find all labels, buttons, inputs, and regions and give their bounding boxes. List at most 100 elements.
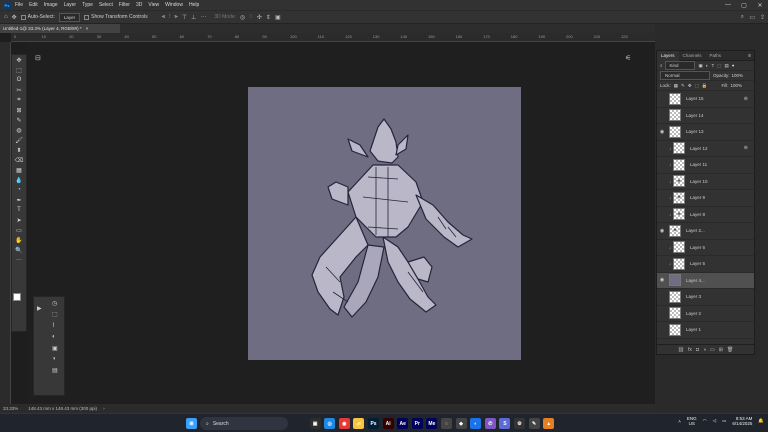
tool-4-icon[interactable]: ⌗	[12, 95, 26, 105]
foreground-color[interactable]	[13, 293, 21, 301]
more-options-icon[interactable]: ···	[200, 14, 206, 20]
layer-row[interactable]: ↓ ✦ Layer 8	[657, 207, 754, 223]
tool-5-icon[interactable]: ⊠	[12, 105, 26, 115]
align-middle-icon[interactable]: ⊥	[191, 14, 196, 21]
auto-select-checkbox[interactable]: Auto-Select:	[20, 14, 55, 20]
notification-icon[interactable]: 🔔	[758, 418, 764, 424]
layer-row[interactable]: Layer 1	[657, 322, 754, 339]
layer-footer-1-icon[interactable]: fx	[688, 347, 692, 353]
move-tool-icon[interactable]: ✥	[12, 14, 17, 21]
home-icon[interactable]: ⌂	[4, 14, 8, 20]
taskbar-app-8-icon[interactable]: Pr	[411, 418, 423, 429]
menu-item-image[interactable]: Image	[44, 2, 58, 8]
search-icon[interactable]: ⌕	[741, 14, 744, 21]
taskbar-app-1-icon[interactable]: ▣	[309, 418, 321, 429]
filter-adjust-icon[interactable]: ◐	[706, 63, 709, 68]
tool-14-icon[interactable]: ✒	[12, 195, 26, 205]
layer-row[interactable]: ↓ Layer 6	[657, 240, 754, 256]
layer-effect-icon[interactable]: ⊛	[744, 145, 748, 151]
visibility-eye-icon[interactable]: ◉	[657, 228, 667, 234]
taskbar-app-12-icon[interactable]: ◐	[470, 418, 482, 429]
layer-row[interactable]: Layer 15 ⊛	[657, 91, 754, 108]
tool-16-icon[interactable]: ➤	[12, 215, 26, 225]
layer-footer-4-icon[interactable]: ▭	[710, 347, 715, 353]
tool-13-icon[interactable]: ◔	[12, 185, 26, 195]
taskbar-app-7-icon[interactable]: Ae	[397, 418, 409, 429]
taskbar-app-9-icon[interactable]: Me	[426, 418, 438, 429]
menu-item-help[interactable]: Help	[189, 2, 199, 8]
float-tool-3-icon[interactable]: ⌇	[52, 322, 55, 329]
taskbar-app-11-icon[interactable]: ◆	[455, 418, 467, 429]
lock-all-icon[interactable]: 🔒	[702, 83, 708, 89]
wifi-icon[interactable]: ◠	[703, 418, 707, 424]
tool-9-icon[interactable]: ⬍	[12, 145, 26, 155]
menu-item-select[interactable]: Select	[99, 2, 113, 8]
float-tool-5-icon[interactable]: ▣	[52, 345, 58, 352]
panel-toggle-icon[interactable]: ⊟	[35, 54, 41, 62]
layer-footer-5-icon[interactable]: ⊞	[719, 347, 723, 353]
tool-11-icon[interactable]: ▦	[12, 165, 26, 175]
tool-7-icon[interactable]: ◍	[12, 125, 26, 135]
tool-18-icon[interactable]: ✋	[12, 235, 26, 245]
menu-item-edit[interactable]: Edit	[29, 2, 38, 8]
language-indicator[interactable]: ENG US	[687, 416, 697, 426]
lock-paint-icon[interactable]: ✎	[681, 83, 685, 89]
align-top-icon[interactable]: ⊤	[182, 14, 187, 21]
layer-effect-icon[interactable]: ⊛	[744, 96, 748, 102]
zoom-level[interactable]: 33.33%	[3, 406, 18, 411]
layer-footer-0-icon[interactable]: ⛓	[678, 347, 684, 353]
lock-move-icon[interactable]: ✥	[688, 83, 692, 89]
layer-footer-2-icon[interactable]: ◘	[696, 347, 699, 353]
taskbar-app-15-icon[interactable]: ⚙	[514, 418, 525, 429]
layer-row[interactable]: ◉ Layer 13	[657, 124, 754, 141]
volume-icon[interactable]: ◁	[713, 418, 716, 424]
taskbar-app-14-icon[interactable]: S	[499, 418, 511, 429]
minimize-button[interactable]: —	[720, 0, 736, 10]
color-swatches[interactable]	[13, 293, 25, 305]
layer-footer-6-icon[interactable]: 🗑	[727, 347, 733, 353]
tool-15-icon[interactable]: T	[12, 205, 26, 215]
taskbar-app-0-icon[interactable]: ⊞	[186, 418, 197, 429]
layer-row[interactable]: ◉ ✦ Layer 2...	[657, 223, 754, 240]
workspace-icon[interactable]: ▭	[749, 14, 755, 21]
3d-pan-icon[interactable]: ✣	[257, 14, 262, 21]
layer-row[interactable]: Layer 14	[657, 108, 754, 124]
battery-icon[interactable]: ▭	[722, 418, 726, 424]
layer-row[interactable]: ↓ Layer 11	[657, 157, 754, 174]
tab-layers[interactable]: Layers	[657, 50, 679, 61]
filter-type-icon[interactable]: T	[712, 63, 715, 68]
menu-item-3d[interactable]: 3D	[136, 2, 142, 8]
tool-19-icon[interactable]: 🔍	[12, 245, 26, 255]
tool-12-icon[interactable]: 💧	[12, 175, 26, 185]
float-tool-1-icon[interactable]: ◷	[52, 300, 57, 307]
share-icon[interactable]: ⇪	[760, 14, 765, 21]
float-tool-6-icon[interactable]: ◑	[52, 356, 56, 362]
maximize-button[interactable]: ▢	[736, 0, 752, 10]
menu-item-view[interactable]: View	[148, 2, 159, 8]
close-button[interactable]: ✕	[752, 0, 768, 10]
fill-input[interactable]: 100%	[730, 83, 742, 88]
float-tool-0-icon[interactable]: ▶	[37, 305, 42, 312]
tool-1-icon[interactable]: ⬚	[12, 65, 26, 75]
tab-paths[interactable]: Paths	[706, 53, 726, 58]
tool-10-icon[interactable]: ⌫	[12, 155, 26, 165]
taskbar-app-13-icon[interactable]: ✆	[484, 418, 496, 429]
tool-8-icon[interactable]: 🖌	[12, 135, 26, 145]
taskbar-app-2-icon[interactable]: ◎	[324, 418, 336, 429]
auto-select-dropdown[interactable]: Layer	[58, 12, 81, 22]
tool-6-icon[interactable]: ✎	[12, 115, 26, 125]
layer-row[interactable]: ↓ ✦ Layer 9	[657, 190, 754, 207]
3d-slide-icon[interactable]: ⇕	[266, 14, 271, 21]
layer-row[interactable]: Layer 2	[657, 306, 754, 322]
menu-item-window[interactable]: Window	[165, 2, 183, 8]
properties-icon[interactable]: ⚟	[625, 54, 631, 62]
filter-toggle-icon[interactable]: ●	[732, 63, 735, 68]
menu-item-layer[interactable]: Layer	[64, 2, 77, 8]
opacity-input[interactable]: 100%	[732, 73, 744, 78]
taskbar-app-3-icon[interactable]: ◉	[338, 418, 350, 429]
lock-artboard-icon[interactable]: ⬚	[695, 83, 699, 89]
clock[interactable]: 8:53 AM 6/14/2025	[732, 416, 752, 426]
filter-pixel-icon[interactable]: ▣	[699, 63, 703, 69]
layer-row[interactable]: Layer 3	[657, 289, 754, 306]
tool-3-icon[interactable]: ✂	[12, 85, 26, 95]
